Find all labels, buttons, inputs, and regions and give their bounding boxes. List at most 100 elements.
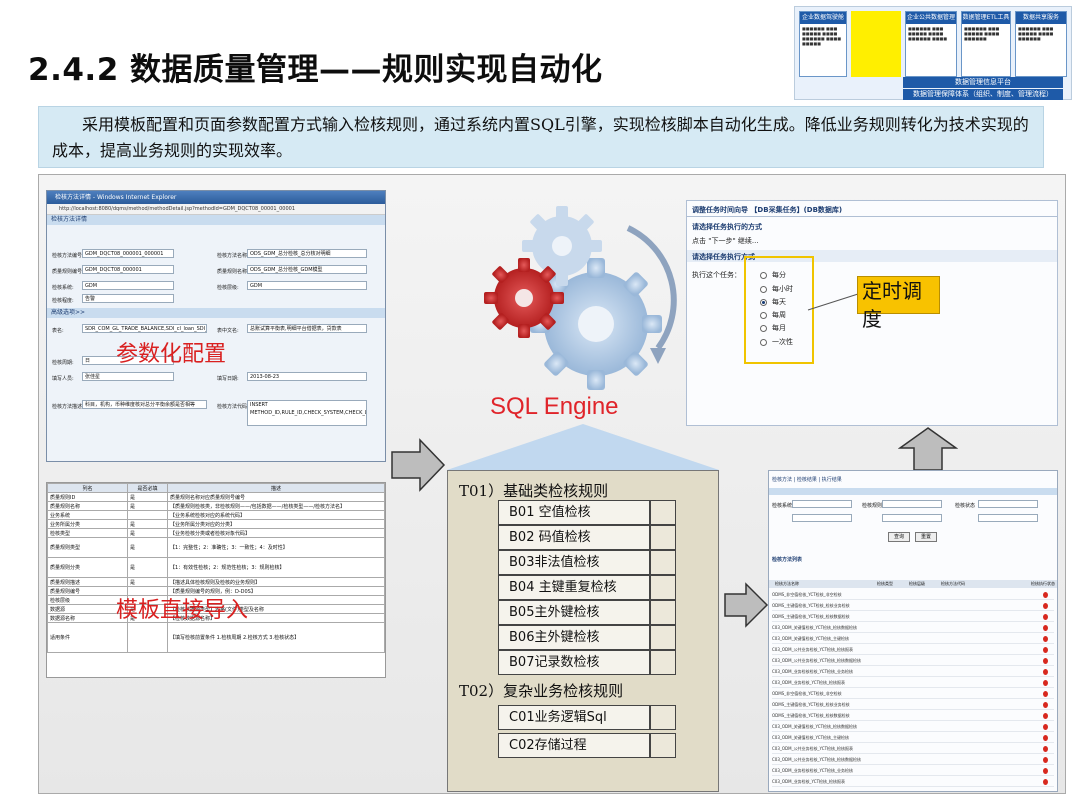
field-input[interactable]: GDM_DQCT08_000001_000001 (82, 249, 174, 258)
rule-item[interactable]: B03非法值检核 (498, 550, 650, 575)
field-input[interactable]: 2013-08-23 (247, 372, 367, 381)
advanced-section-header[interactable]: 高级选项>> (47, 308, 385, 318)
table-row: 质量规则ID 是质量规则名称对应质量规则号编号 (47, 492, 385, 502)
status-error-icon (1043, 735, 1048, 741)
field-input[interactable]: 科目，机构，币种维度核对总分平衡余额是否相等 (82, 400, 207, 409)
table-row[interactable]: C03_ODM_关键值检核_YCT检核_检核数据检核 (772, 623, 1054, 633)
status-error-icon (1043, 592, 1048, 598)
field-label: 填写日期: (217, 376, 239, 382)
field-input[interactable]: GDM (247, 281, 367, 290)
rule-cell (650, 525, 676, 550)
field-label: 质量规则编号: (52, 269, 84, 275)
table-row: 质量规则名称是【质量规则检核类，非检核规则——/包括数据——/检核类型——/检核… (47, 501, 385, 511)
table-row[interactable]: C03_ODM_公共业务检核_YCT检核_检核报表 (772, 645, 1054, 655)
field-label: 检核层级: (217, 285, 239, 291)
up-arrow-icon (898, 427, 958, 471)
table-row[interactable]: C03_ODM_业务检核_YCT检核_检核报表 (772, 678, 1054, 688)
table-row[interactable]: ODMS_非空值检核_YCT检核_非空检核 (772, 689, 1054, 699)
field-label: 检核程度: (52, 298, 74, 304)
tab-result[interactable]: 检核结果 (797, 477, 817, 483)
rule-item[interactable]: C01业务逻辑Sql (498, 705, 650, 730)
options-highlight (744, 256, 814, 364)
table-row[interactable]: ODMS_主键值检核_YCT检核_检核数据检核 (772, 711, 1054, 721)
field-input[interactable]: 张佳星 (82, 372, 174, 381)
tab-exec[interactable]: 执行结果 (822, 477, 842, 483)
framework-col-3: 数据管理ETL工具 ■■■■■■ ■■■ ■■■■■ ■■■■ ■■■■■■ (961, 11, 1011, 77)
field-input[interactable]: ODS_GDM_总分检核_总分核对明细 (247, 249, 367, 258)
rule-item[interactable]: B06主外键检核 (498, 625, 650, 650)
sql-engine-label: SQL Engine (490, 393, 619, 420)
list-title: 检核方法列表 (772, 557, 803, 563)
table-row[interactable]: C03_ODM_关键值检核_YCT检核_检核数据检核 (772, 722, 1054, 732)
status-error-icon (1043, 746, 1048, 752)
field-input[interactable]: GDM_DQCT08_000001 (82, 265, 174, 274)
table-row[interactable]: C03_ODM_业务检核检核_YCT检核_业务检核 (772, 667, 1054, 677)
rule-cell (650, 550, 676, 575)
param-config-label: 参数化配置 (116, 342, 227, 367)
rule-cell (650, 625, 676, 650)
filter-input[interactable] (792, 514, 852, 522)
table-row[interactable]: ODMS_主键值检核_YCT检核_检核业务检核 (772, 700, 1054, 710)
field-label: 检核周期: (52, 360, 74, 366)
table-header: 描述 (167, 483, 385, 493)
filter-bar (769, 488, 1057, 495)
rule-item[interactable]: B07记录数检核 (498, 650, 650, 675)
filter-input[interactable] (882, 514, 942, 522)
table-row[interactable]: C03_ODM_公共业务检核_YCT检核_检核数据检核 (772, 656, 1054, 666)
filter-input[interactable] (882, 500, 942, 508)
framework-highlight (851, 11, 901, 77)
table-row[interactable]: C03_ODM_业务检核_YCT检核_检核报表 (772, 777, 1054, 787)
table-row: 质量规则类型是【1：完整性；2：准确性；3：一致性；4：及时性】 (47, 537, 385, 558)
field-input[interactable]: 告警 (82, 294, 174, 303)
table-header: 列名 (47, 483, 128, 493)
table-header: 是否必填 (127, 483, 168, 493)
status-error-icon (1043, 625, 1048, 631)
field-input[interactable]: 总账试算平衡表,明细平台借据表，贷款表 (247, 324, 367, 333)
status-error-icon (1043, 713, 1048, 719)
table-row[interactable]: C03_ODM_公共业务检核_YCT检核_检核数据检核 (772, 755, 1054, 765)
rule-cell (650, 600, 676, 625)
engine-funnel (447, 424, 719, 470)
status-error-icon (1043, 702, 1048, 708)
rule-category-complex: T02）复杂业务检核规则 (459, 682, 624, 700)
table-row[interactable]: ODMS_主键值检核_YCT检核_检核数据检核 (772, 612, 1054, 622)
divider (687, 216, 1057, 217)
framework-col-2: 企业公共数据管理 ■■■■■■ ■■■ ■■■■■ ■■■■ ■■■■■■ ■■… (905, 11, 957, 77)
framework-thumbnail: 企业数据驾驶舱 ■■■■■■ ■■■ ■■■■■ ■■■■ ■■■■■■ ■■■… (794, 6, 1072, 100)
table-row[interactable]: C03_ODM_业务检核检核_YCT检核_业务检核 (772, 766, 1054, 776)
table-row[interactable]: C03_ODM_公共业务检核_YCT检核_检核报表 (772, 744, 1054, 754)
status-error-icon (1043, 779, 1048, 785)
status-error-icon (1043, 658, 1048, 664)
field-input[interactable]: SDR_COM_GL_TRADE_BALANCE,SDI_cl_loan_SDI… (82, 324, 207, 333)
table-row[interactable]: ODMS_主键值检核_YCT检核_检核业务检核 (772, 601, 1054, 611)
filter-label: 检核规则 (862, 503, 883, 509)
table-row[interactable]: C03_ODM_关键值检核_YCT检核_主键检核 (772, 634, 1054, 644)
field-label: 质量规则名称: (217, 269, 249, 275)
filter-input[interactable] (978, 500, 1038, 508)
table-row[interactable]: ODMS_非空值检核_YCT检核_非空检核 (772, 590, 1054, 600)
filter-input[interactable] (978, 514, 1038, 522)
status-error-icon (1043, 647, 1048, 653)
query-button[interactable]: 查询 (888, 532, 910, 542)
filter-input[interactable] (792, 500, 852, 508)
field-input[interactable]: GDM (82, 281, 174, 290)
framework-platform: 数据管理信息平台 (903, 77, 1063, 88)
status-error-icon (1043, 724, 1048, 730)
ie-address-bar[interactable]: http://localhost:8080/dqms/method/method… (47, 204, 385, 215)
tab-method[interactable]: 检核方法 (772, 477, 792, 483)
field-label: 填写人员: (52, 376, 74, 382)
code-textarea[interactable]: INSERT METHOD_ID,RULE_ID,CHECK_SYSTEM,CH… (247, 400, 367, 426)
table-row: 业务所属分类是【业务所属分类对应的分类】 (47, 519, 385, 529)
reset-button[interactable]: 重置 (915, 532, 937, 542)
table-row: 业务系统 【业务系统检核对应的系统代码】 (47, 510, 385, 520)
result-tabs: 检核方法 | 检核结果 | 执行结果 (772, 477, 842, 483)
rule-item[interactable]: B05主外键检核 (498, 600, 650, 625)
filter-label: 检核系统 (772, 503, 793, 509)
table-row[interactable]: C03_ODM_关键值检核_YCT检核_主键检核 (772, 733, 1054, 743)
framework-col-4: 数据共享服务 ■■■■■■ ■■■ ■■■■■ ■■■■ ■■■■■■ (1015, 11, 1067, 77)
rule-item[interactable]: B04 主键重复检核 (498, 575, 650, 600)
rule-item[interactable]: C02存储过程 (498, 733, 650, 758)
rule-item[interactable]: B02 码值检核 (498, 525, 650, 550)
rule-item[interactable]: B01 空值检核 (498, 500, 650, 525)
field-input[interactable]: ODS_GDM_总分检核_GDM模型 (247, 265, 367, 274)
